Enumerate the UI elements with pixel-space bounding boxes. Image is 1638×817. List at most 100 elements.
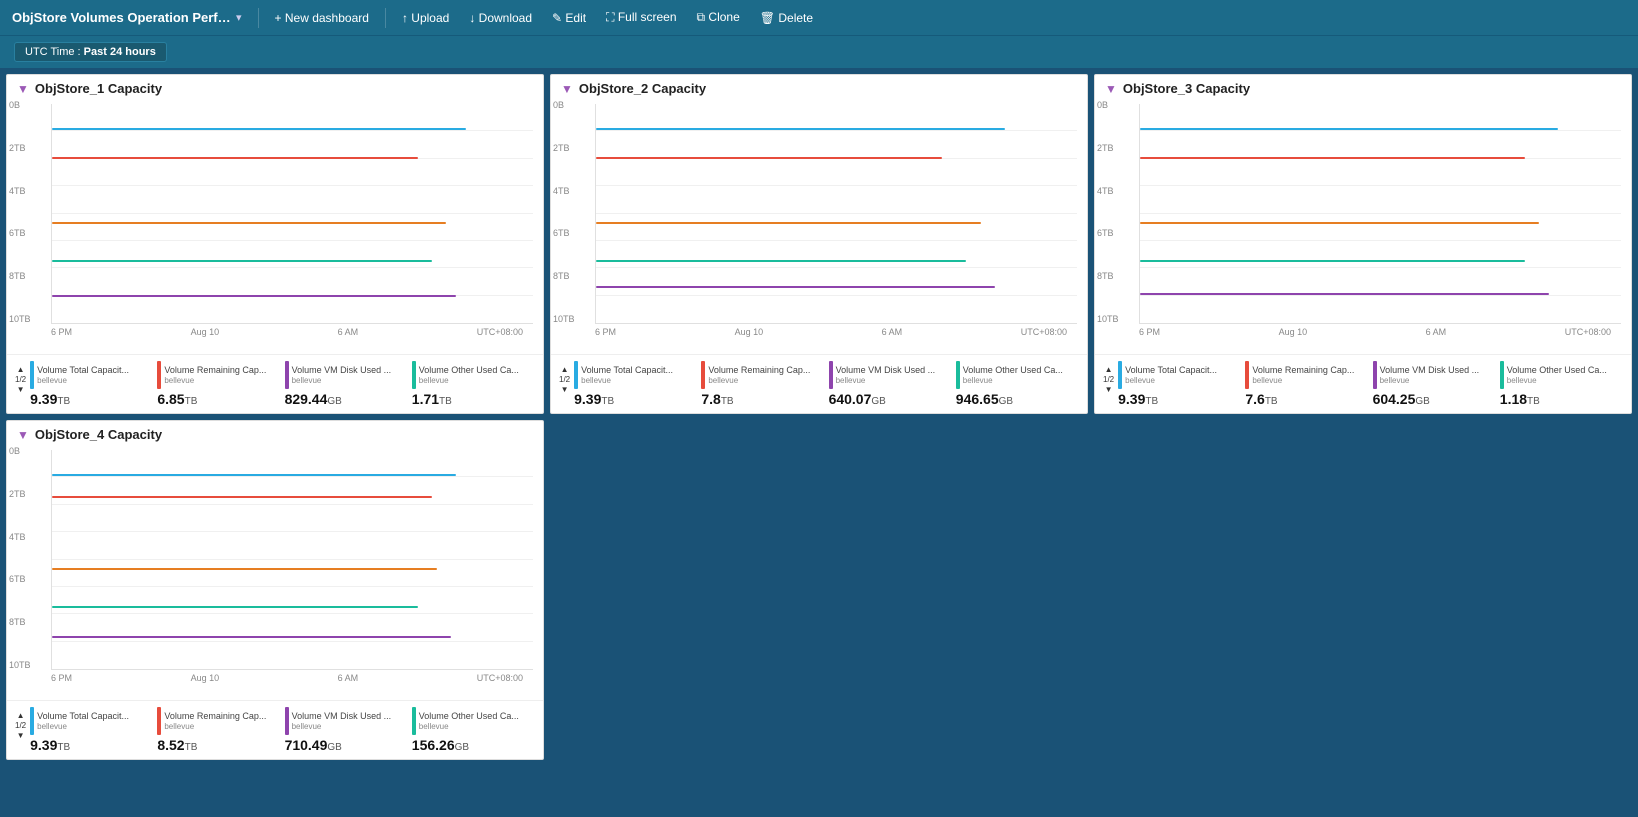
metric-unit: TB: [185, 742, 198, 753]
data-line-0: [1140, 128, 1558, 130]
y-axis-label: 8TB: [9, 271, 31, 281]
x-axis-label: 6 AM: [882, 327, 903, 337]
metric-text: Volume Remaining Cap... bellevue: [164, 711, 266, 731]
time-bar: UTC Time : Past 24 hours: [0, 36, 1638, 68]
data-line-4: [52, 636, 451, 638]
chevron-down-icon[interactable]: ▼: [1105, 385, 1113, 394]
download-button[interactable]: ↓ Download: [461, 7, 540, 29]
metric-text: Volume Other Used Ca... bellevue: [1507, 365, 1607, 385]
metric-label: Volume VM Disk Used ...: [836, 365, 936, 376]
chevron-down-icon[interactable]: ▼: [17, 731, 25, 740]
panel-panel3: ▼ ObjStore_3 Capacity 10TB8TB6TB4TB2TB0B…: [1094, 74, 1632, 414]
data-line-0: [52, 128, 466, 130]
metric-text: Volume VM Disk Used ... bellevue: [292, 711, 392, 731]
grid-line: [1140, 295, 1621, 296]
y-axis-labels: 10TB8TB6TB4TB2TB0B: [9, 446, 31, 672]
y-axis-label: 6TB: [553, 228, 575, 238]
y-axis-label: 6TB: [9, 574, 31, 584]
y-axis-label: 4TB: [1097, 186, 1119, 196]
chevron-up-icon[interactable]: ▲: [1105, 365, 1113, 374]
grid-line: [1140, 213, 1621, 214]
y-axis-label: 10TB: [1097, 314, 1119, 324]
panel-title: ObjStore_1 Capacity: [35, 81, 162, 96]
panel-header: ▼ ObjStore_2 Capacity: [551, 75, 1087, 100]
metric-color-bar: [701, 361, 705, 389]
metric-color-bar: [412, 707, 416, 735]
metric-value: 604.25GB: [1373, 392, 1496, 407]
metric-label: Volume Other Used Ca...: [963, 365, 1063, 376]
metric-color-bar: [157, 361, 161, 389]
metric-item-0: Volume Total Capacit... bellevue 9.39TB: [30, 361, 153, 407]
metric-label: Volume Total Capacit...: [37, 365, 129, 376]
metric-header: Volume Total Capacit... bellevue: [574, 361, 697, 389]
grid-line: [596, 185, 1077, 186]
x-axis-label: 6 AM: [338, 673, 359, 683]
chevron-up-icon[interactable]: ▲: [561, 365, 569, 374]
metric-label: Volume VM Disk Used ...: [1380, 365, 1480, 376]
metric-header: Volume Other Used Ca... bellevue: [1500, 361, 1623, 389]
metric-label: Volume Total Capacit...: [581, 365, 673, 376]
grid-line: [596, 295, 1077, 296]
page-indicator: 1/2: [559, 375, 570, 384]
x-axis-label: Aug 10: [191, 673, 220, 683]
x-axis-label: Aug 10: [1279, 327, 1308, 337]
data-line-4: [52, 295, 456, 297]
y-axis-label: 8TB: [1097, 271, 1119, 281]
chevron-down-icon[interactable]: ▼: [561, 385, 569, 394]
metric-text: Volume Total Capacit... bellevue: [1125, 365, 1217, 385]
x-axis-label: 6 AM: [338, 327, 359, 337]
x-axis-label: 6 PM: [595, 327, 616, 337]
chevron-down-icon[interactable]: ▼: [17, 385, 25, 394]
clone-button[interactable]: ⧉ Clone: [689, 6, 748, 29]
metric-sublabel: bellevue: [1125, 376, 1217, 385]
metric-text: Volume Remaining Cap... bellevue: [708, 365, 810, 385]
y-axis-label: 2TB: [553, 143, 575, 153]
metric-sublabel: bellevue: [164, 722, 266, 731]
page-control: ▲ 1/2 ▼: [559, 361, 570, 394]
grid-line: [52, 504, 533, 505]
chevron-up-icon[interactable]: ▲: [17, 365, 25, 374]
metric-text: Volume VM Disk Used ... bellevue: [836, 365, 936, 385]
metric-unit: GB: [455, 742, 469, 753]
grid-line: [52, 267, 533, 268]
metric-text: Volume Remaining Cap... bellevue: [164, 365, 266, 385]
chevron-down-icon[interactable]: ▾: [236, 11, 242, 24]
metric-header: Volume Other Used Ca... bellevue: [412, 361, 535, 389]
grid-line: [1140, 130, 1621, 131]
panel-title: ObjStore_3 Capacity: [1123, 81, 1250, 96]
dashboard-grid: ▼ ObjStore_1 Capacity 10TB8TB6TB4TB2TB0B…: [0, 68, 1638, 766]
grid-line: [52, 185, 533, 186]
metric-item-0: Volume Total Capacit... bellevue 9.39TB: [574, 361, 697, 407]
chart-lines: [51, 104, 533, 324]
grid-line: [52, 476, 533, 477]
fullscreen-button[interactable]: ⛶ Full screen: [598, 6, 684, 29]
metric-unit: TB: [185, 396, 198, 407]
metric-value: 640.07GB: [829, 392, 952, 407]
upload-button[interactable]: ↑ Upload: [394, 7, 457, 29]
metrics-grid: Volume Total Capacit... bellevue 9.39TB …: [1118, 361, 1623, 407]
time-badge[interactable]: UTC Time : Past 24 hours: [14, 42, 167, 62]
grid-line: [1140, 267, 1621, 268]
y-axis-label: 4TB: [9, 532, 31, 542]
time-value: Past 24 hours: [84, 46, 156, 58]
new-dashboard-button[interactable]: + New dashboard: [267, 7, 377, 29]
edit-button[interactable]: ✎ Edit: [544, 7, 594, 29]
metric-sublabel: bellevue: [419, 722, 519, 731]
x-axis-label: 6 PM: [1139, 327, 1160, 337]
metric-item-2: Volume VM Disk Used ... bellevue 640.07G…: [829, 361, 952, 407]
data-line-2: [52, 222, 446, 224]
metric-label: Volume Total Capacit...: [37, 711, 129, 722]
metric-value: 7.6TB: [1245, 392, 1368, 407]
metric-value: 946.65GB: [956, 392, 1079, 407]
x-axis-label: UTC+08:00: [477, 673, 523, 683]
y-axis-label: 2TB: [1097, 143, 1119, 153]
chevron-up-icon[interactable]: ▲: [17, 711, 25, 720]
page-indicator: 1/2: [15, 721, 26, 730]
metric-sublabel: bellevue: [292, 722, 392, 731]
delete-button[interactable]: 🗑 Delete: [752, 7, 821, 29]
metric-unit: GB: [871, 396, 885, 407]
chart-area: 10TB8TB6TB4TB2TB0B6 PMAug 106 AMUTC+08:0…: [551, 100, 1087, 354]
metric-unit: GB: [999, 396, 1013, 407]
metric-item-3: Volume Other Used Ca... bellevue 1.71TB: [412, 361, 535, 407]
data-line-2: [596, 222, 981, 224]
